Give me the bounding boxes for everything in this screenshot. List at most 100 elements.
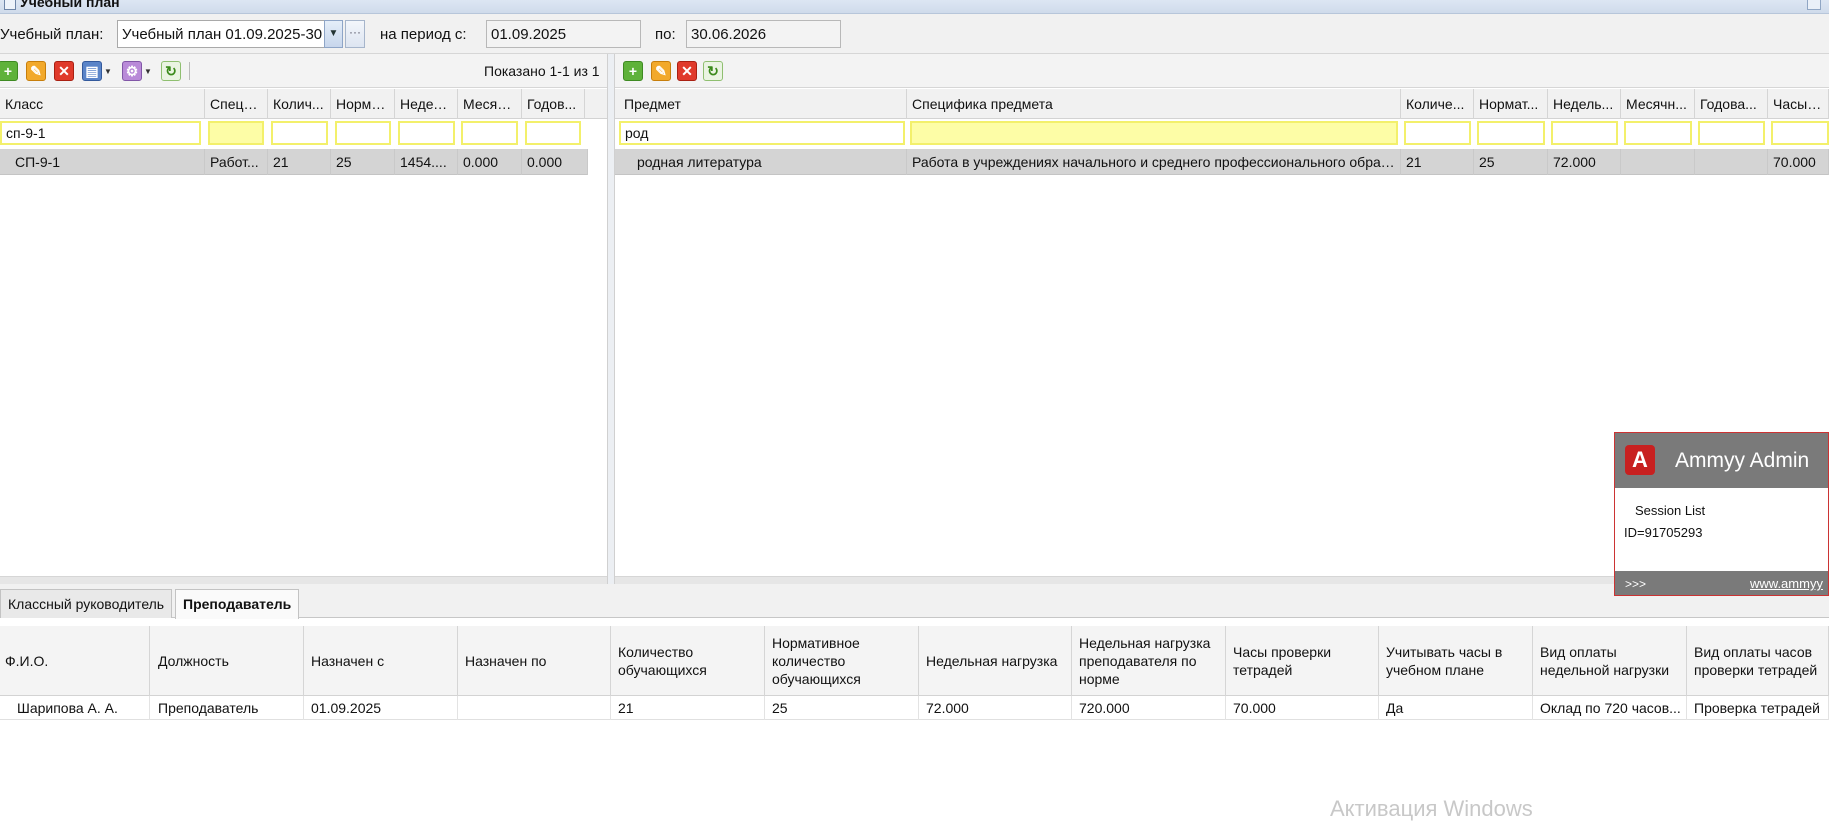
filter-input[interactable] — [271, 121, 328, 145]
filter-input[interactable] — [1551, 121, 1618, 145]
delete-icon[interactable]: ✕ — [54, 61, 74, 81]
filter-input[interactable] — [398, 121, 455, 145]
period-to-field[interactable]: 30.06.2026 — [686, 20, 841, 48]
edit-icon[interactable]: ✎ — [26, 61, 46, 81]
column-header[interactable]: Количе... — [1401, 89, 1474, 119]
column-header[interactable]: Специфика предмета — [907, 89, 1401, 119]
plan-browse-button[interactable]: ··· — [345, 20, 365, 48]
add-icon[interactable]: + — [623, 61, 643, 81]
table-cell: 1454.... — [395, 149, 458, 175]
column-header[interactable]: Предмет — [615, 89, 907, 119]
table-cell: 21 — [1401, 149, 1474, 175]
column-header[interactable]: Назначен по — [458, 626, 611, 696]
tab-teacher[interactable]: Преподаватель — [175, 589, 300, 619]
table-row[interactable]: родная литература Работа в учреждениях н… — [615, 149, 1829, 175]
table-cell: 70.000 — [1226, 696, 1379, 720]
table-cell: 70.000 — [1768, 149, 1829, 175]
table-cell: родная литература — [615, 149, 907, 175]
classes-toolbar: + ✎ ✕ ▤ ▼ ⚙ ▼ ↻ Показано 1-1 из 1 — [0, 54, 607, 88]
column-header[interactable]: Нормативное количество обучающихся — [765, 626, 919, 696]
table-cell: 25 — [1474, 149, 1548, 175]
filter-input[interactable] — [525, 121, 581, 145]
refresh-icon[interactable]: ↻ — [703, 61, 723, 81]
column-header[interactable]: Вид оплаты недельной нагрузки — [1533, 626, 1687, 696]
filter-input[interactable] — [461, 121, 518, 145]
filter-input[interactable] — [1771, 121, 1829, 145]
column-header[interactable]: Назначен с — [304, 626, 458, 696]
column-header[interactable]: Вид оплаты часов проверки тетрадей — [1687, 626, 1829, 696]
collapse-window-button[interactable] — [1807, 0, 1821, 10]
refresh-icon[interactable]: ↻ — [161, 61, 181, 81]
table-cell: Проверка тетрадей — [1687, 696, 1829, 720]
column-header[interactable]: Месячн... — [1621, 89, 1695, 119]
table-row[interactable]: Шарипова А. А. Преподаватель 01.09.2025 … — [0, 696, 1829, 720]
column-header[interactable]: Количество обучающихся — [611, 626, 765, 696]
details-tabs: Классный руководитель Преподаватель — [0, 584, 1829, 619]
column-header[interactable]: Недель... — [1548, 89, 1621, 119]
column-header[interactable]: Недел... — [395, 89, 458, 119]
ammyy-logo-icon: A — [1625, 445, 1655, 475]
subject-filter-input[interactable]: род — [619, 121, 905, 145]
toolbar-separator — [189, 62, 190, 80]
table-cell: Преподаватель — [150, 696, 304, 720]
table-cell: 21 — [268, 149, 331, 175]
filter-input[interactable] — [1477, 121, 1545, 145]
actions-icon[interactable]: ⚙ — [122, 61, 142, 81]
ammyy-website-link[interactable]: www.ammyy — [1750, 576, 1823, 591]
classes-filter-row: сп-9-1 — [0, 119, 607, 147]
actions-caret-icon[interactable]: ▼ — [144, 67, 152, 76]
panel-splitter[interactable] — [607, 54, 615, 584]
column-header[interactable]: Норма... — [331, 89, 395, 119]
column-header[interactable]: Годов... — [522, 89, 585, 119]
filter-input[interactable] — [335, 121, 391, 145]
plan-select[interactable]: Учебный план 01.09.2025-30 — [117, 20, 326, 48]
column-header[interactable]: Часы проверки тетрадей — [1226, 626, 1379, 696]
period-from-field[interactable]: 01.09.2025 — [486, 20, 641, 48]
classes-grid-header: Класс Специ... Колич... Норма... Недел..… — [0, 89, 607, 119]
print-icon[interactable]: ▤ — [82, 61, 102, 81]
table-cell — [458, 696, 611, 720]
table-cell: 720.000 — [1072, 696, 1226, 720]
table-cell: 0.000 — [522, 149, 588, 175]
column-header[interactable]: Годова... — [1695, 89, 1768, 119]
column-header[interactable]: Специ... — [205, 89, 268, 119]
window-title: Учебный план — [20, 0, 120, 10]
add-icon[interactable]: + — [0, 61, 18, 81]
column-header[interactable]: Должность — [150, 626, 304, 696]
filter-input[interactable] — [208, 121, 264, 145]
column-header[interactable]: Месяч... — [458, 89, 522, 119]
column-header[interactable]: Колич... — [268, 89, 331, 119]
column-header[interactable]: Часы п... — [1768, 89, 1829, 119]
table-cell: Шарипова А. А. — [0, 696, 150, 720]
column-header[interactable]: Учитывать часы в учебном плане — [1379, 626, 1533, 696]
table-cell — [1695, 149, 1768, 175]
horizontal-scrollbar[interactable] — [0, 576, 607, 584]
ammyy-id: ID=91705293 — [1624, 525, 1703, 540]
specifics-filter-input[interactable] — [910, 121, 1398, 145]
chevron-down-icon: ▼ — [328, 28, 339, 39]
plan-label: Учебный план: — [0, 26, 104, 43]
table-cell — [1621, 149, 1695, 175]
print-caret-icon[interactable]: ▼ — [104, 67, 112, 76]
tab-class-teacher[interactable]: Классный руководитель — [0, 589, 173, 618]
ammyy-footer: >>> www.ammyy — [1615, 571, 1828, 595]
table-cell: 72.000 — [1548, 149, 1621, 175]
class-filter-input[interactable]: сп-9-1 — [0, 121, 201, 145]
column-header[interactable]: Нормат... — [1474, 89, 1548, 119]
delete-icon[interactable]: ✕ — [677, 61, 697, 81]
plan-dropdown-button[interactable]: ▼ — [324, 20, 343, 48]
filter-input[interactable] — [1624, 121, 1692, 145]
window-titlebar: Учебный план — [0, 0, 1829, 14]
column-header[interactable]: Ф.И.О. — [0, 626, 150, 696]
plan-bar: Учебный план: Учебный план 01.09.2025-30… — [0, 14, 1829, 54]
column-header[interactable]: Недельная нагрузка преподавателя по норм… — [1072, 626, 1226, 696]
filter-input[interactable] — [1698, 121, 1765, 145]
column-header[interactable]: Недельная нагрузка — [919, 626, 1072, 696]
session-list-link[interactable]: Session List — [1635, 503, 1705, 518]
filter-input[interactable] — [1404, 121, 1471, 145]
edit-icon[interactable]: ✎ — [651, 61, 671, 81]
column-header[interactable]: Класс — [0, 89, 205, 119]
table-cell: Работ... — [205, 149, 268, 175]
ammyy-expand-button[interactable]: >>> — [1625, 577, 1646, 591]
table-row[interactable]: СП-9-1 Работ... 21 25 1454.... 0.000 0.0… — [0, 149, 588, 175]
